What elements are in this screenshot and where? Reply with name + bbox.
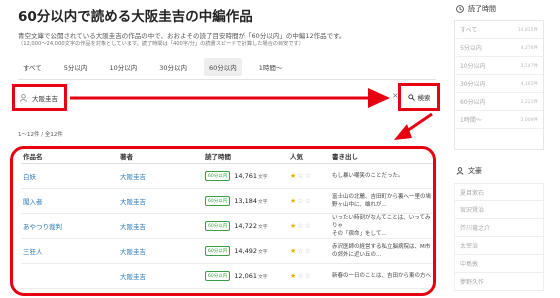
annotation-arrows	[70, 88, 433, 140]
arrow-diagonal-head	[394, 124, 412, 140]
arrow-horizontal-head	[368, 88, 390, 108]
